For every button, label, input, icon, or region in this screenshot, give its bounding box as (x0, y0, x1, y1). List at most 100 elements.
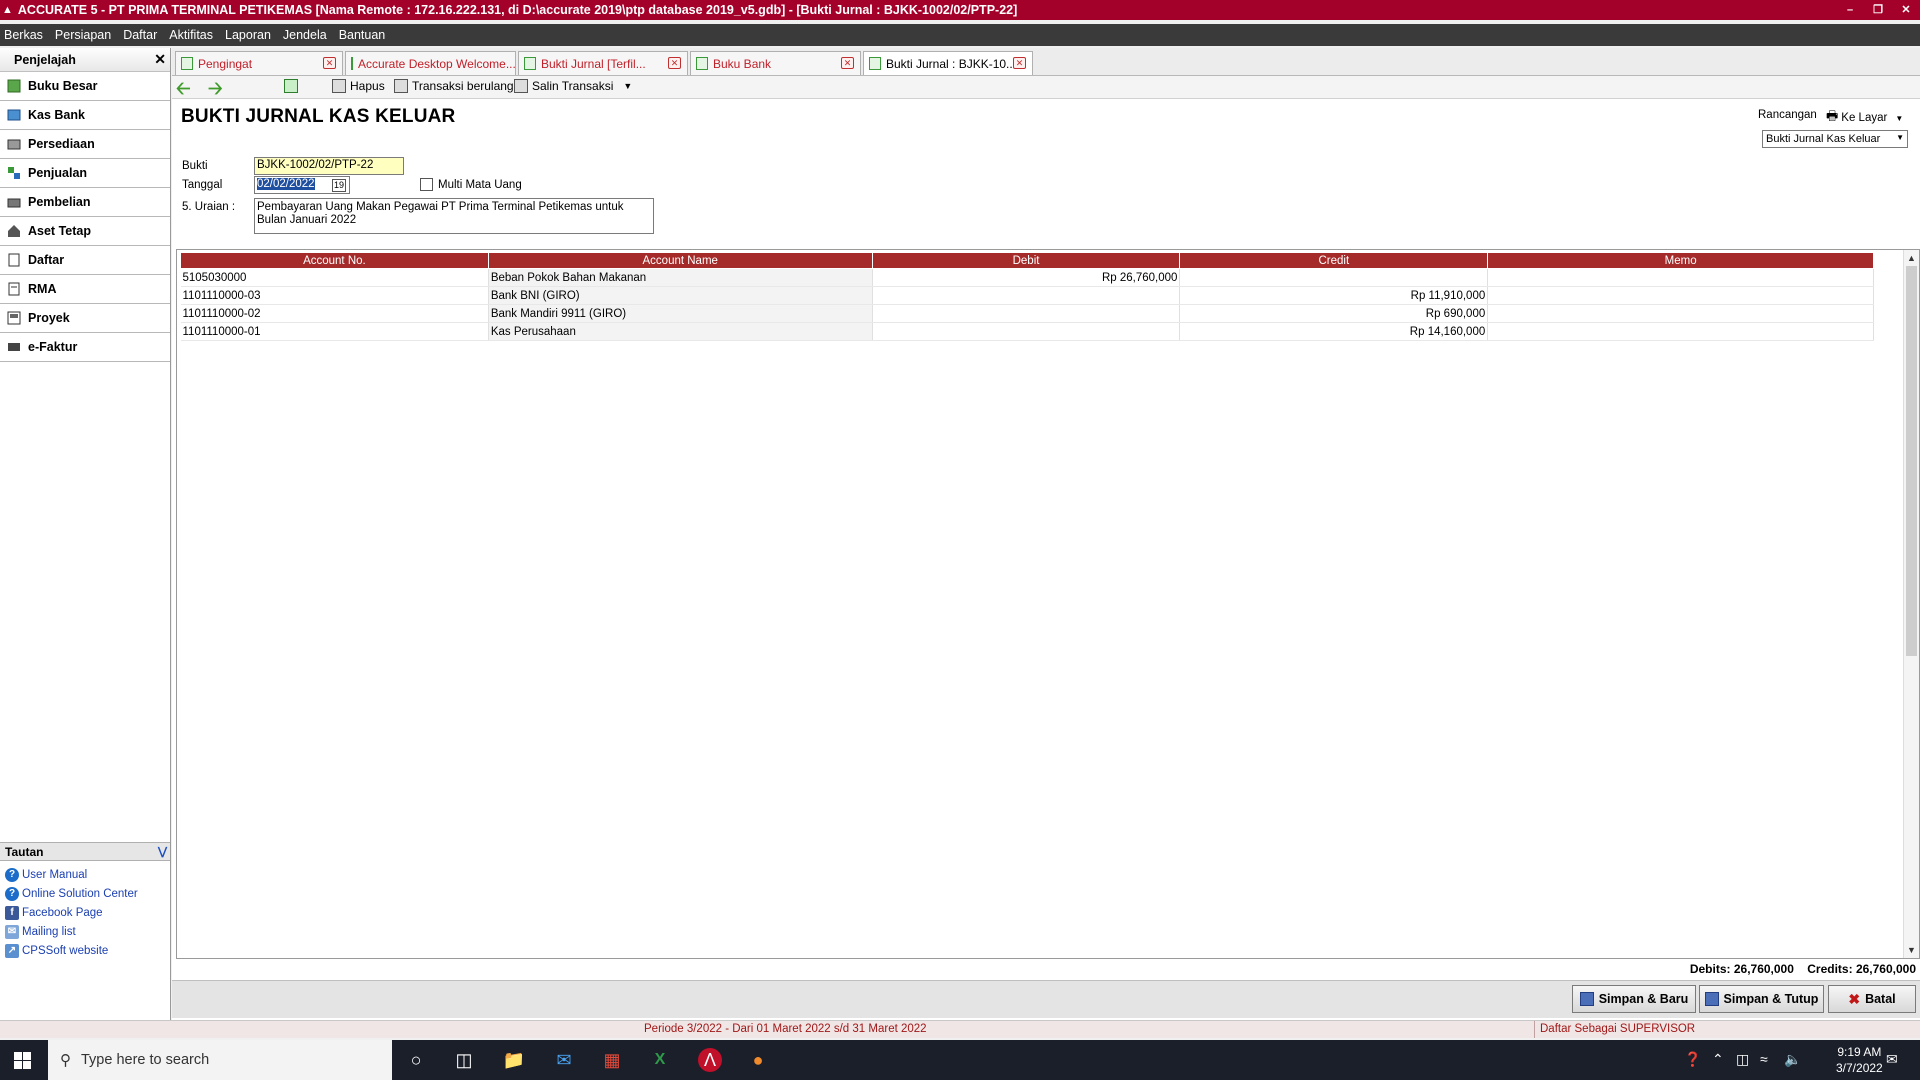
salin-transaksi-button[interactable]: Salin Transaksi ▼ (514, 79, 632, 93)
column-header-account-name[interactable]: Account Name (487, 252, 873, 269)
link-online-solution-center[interactable]: ? Online Solution Center (0, 884, 170, 903)
cell-credit[interactable]: Rp 690,000 (1179, 304, 1489, 323)
column-header-account-no[interactable]: Account No. (180, 252, 489, 269)
cell-memo[interactable] (1487, 286, 1874, 305)
column-header-debit[interactable]: Debit (871, 252, 1181, 269)
multi-mata-uang-checkbox[interactable]: Multi Mata Uang (420, 178, 522, 191)
column-header-memo[interactable]: Memo (1487, 252, 1874, 269)
uraian-textarea[interactable]: Pembayaran Uang Makan Pegawai PT Prima T… (254, 198, 654, 234)
calendar-icon[interactable]: 19 (331, 179, 346, 192)
vertical-scrollbar[interactable]: ▲ ▼ (1903, 250, 1919, 958)
battery-icon[interactable]: ◫ (1736, 1051, 1749, 1068)
sidebar-item-proyek[interactable]: Proyek (0, 304, 170, 333)
close-window-button[interactable]: ✕ (1892, 0, 1920, 20)
cell-debit[interactable] (872, 304, 1181, 323)
chevron-down-icon[interactable]: ▼ (1896, 133, 1904, 142)
menu-bantuan[interactable]: Bantuan (339, 28, 386, 42)
link-facebook-page[interactable]: f Facebook Page (0, 903, 170, 922)
excel-icon[interactable]: X (648, 1048, 672, 1072)
cell-credit[interactable]: Rp 14,160,000 (1179, 322, 1489, 341)
menu-daftar[interactable]: Daftar (123, 28, 157, 42)
sidebar-item-persediaan[interactable]: Persediaan (0, 130, 170, 159)
file-explorer-icon[interactable]: 📁 (502, 1048, 526, 1072)
sidebar-item-buku-besar[interactable]: Buku Besar (0, 72, 170, 101)
close-tab-icon[interactable]: ✕ (323, 57, 336, 69)
cell-memo[interactable] (1487, 268, 1874, 287)
cell-credit[interactable] (1179, 268, 1489, 287)
restore-button[interactable]: ❐ (1864, 0, 1892, 20)
sidebar-item-daftar[interactable]: Daftar (0, 246, 170, 275)
tab-buku-bank[interactable]: Buku Bank ✕ (690, 51, 861, 75)
copy-button[interactable] (284, 79, 302, 93)
menu-jendela[interactable]: Jendela (283, 28, 327, 42)
transaksi-berulang-button[interactable]: Transaksi berulang (394, 79, 514, 93)
links-panel-header[interactable]: Tautan ⋁ (0, 842, 170, 861)
sidebar-item-kas-bank[interactable]: Kas Bank (0, 101, 170, 130)
cell-memo[interactable] (1487, 322, 1874, 341)
menu-laporan[interactable]: Laporan (225, 28, 271, 42)
batal-button[interactable]: ✖ Batal (1828, 985, 1916, 1013)
simpan-tutup-button[interactable]: Simpan & Tutup (1699, 985, 1824, 1013)
close-tab-icon[interactable]: ✕ (668, 57, 681, 69)
scroll-up-icon[interactable]: ▲ (1904, 250, 1919, 266)
taskbar-search-box[interactable]: ⚲ Type here to search (48, 1040, 392, 1080)
menu-berkas[interactable]: Berkas (4, 28, 43, 42)
dropdown-arrow-icon[interactable]: ▼ (623, 81, 632, 91)
close-tab-icon[interactable]: ✕ (841, 57, 854, 69)
table-row[interactable]: 1101110000-02 Bank Mandiri 9911 (GIRO) R… (180, 304, 1874, 323)
mail-icon[interactable]: ✉ (552, 1048, 576, 1072)
cell-account-no[interactable]: 1101110000-01 (180, 322, 489, 341)
accurate-taskbar-icon[interactable]: Λ (698, 1048, 722, 1072)
cell-account-name[interactable]: Bank BNI (GIRO) (488, 286, 873, 305)
tab-bukti-jurnal-active[interactable]: Bukti Jurnal : BJKK-10... ✕ (863, 51, 1033, 75)
taskbar-clock[interactable]: 9:19 AM 3/7/2022 (1836, 1044, 1883, 1076)
table-row[interactable]: 1101110000-03 Bank BNI (GIRO) Rp 11,910,… (180, 286, 1874, 305)
scroll-down-icon[interactable]: ▼ (1904, 942, 1919, 958)
notification-icon[interactable]: ✉ (1886, 1051, 1898, 1068)
cell-account-name[interactable]: Kas Perusahaan (488, 322, 873, 341)
cell-credit[interactable]: Rp 11,910,000 (1179, 286, 1489, 305)
chevron-up-icon[interactable]: ⌃ (1712, 1051, 1724, 1068)
sidebar-item-pembelian[interactable]: Pembelian (0, 188, 170, 217)
hapus-button[interactable]: Hapus (332, 79, 385, 93)
pdf-reader-icon[interactable]: ▦ (600, 1048, 624, 1072)
cell-debit[interactable] (872, 322, 1181, 341)
cell-memo[interactable] (1487, 304, 1874, 323)
link-cpssoft-website[interactable]: ↗ CPSSoft website (0, 941, 170, 960)
minimize-button[interactable]: – (1836, 0, 1864, 20)
sidebar-item-rma[interactable]: RMA (0, 275, 170, 304)
cell-account-name[interactable]: Beban Pokok Bahan Makanan (488, 268, 873, 287)
close-icon[interactable]: ✕ (154, 51, 166, 68)
ke-layar-button[interactable]: 🖶 Ke Layar ▼ (1826, 107, 1903, 129)
cell-account-no[interactable]: 5105030000 (180, 268, 489, 287)
sidebar-item-penjualan[interactable]: Penjualan (0, 159, 170, 188)
task-view-icon[interactable]: ◫ (452, 1048, 476, 1072)
windows-start-icon[interactable] (14, 1052, 31, 1069)
tab-bukti-jurnal-terfilter[interactable]: Bukti Jurnal [Terfil... ✕ (518, 51, 688, 75)
collapse-chevron-icon[interactable]: ⋁ (158, 845, 167, 858)
cell-account-no[interactable]: 1101110000-03 (180, 286, 489, 305)
volume-icon[interactable]: 🔈 (1784, 1051, 1801, 1068)
cell-account-name[interactable]: Bank Mandiri 9911 (GIRO) (488, 304, 873, 323)
checkbox-box[interactable] (420, 178, 433, 191)
table-row[interactable]: 5105030000 Beban Pokok Bahan Makanan Rp … (180, 268, 1874, 287)
cortana-icon[interactable]: ○ (404, 1048, 428, 1072)
link-mailing-list[interactable]: ✉ Mailing list (0, 922, 170, 941)
tab-accurate-welcome[interactable]: Accurate Desktop Welcome... (345, 51, 516, 75)
menu-aktifitas[interactable]: Aktifitas (169, 28, 213, 42)
cell-account-no[interactable]: 1101110000-02 (180, 304, 489, 323)
sidebar-item-aset-tetap[interactable]: Aset Tetap (0, 217, 170, 246)
simpan-baru-button[interactable]: Simpan & Baru (1572, 985, 1696, 1013)
rancangan-select[interactable]: Bukti Jurnal Kas Keluar ▼ (1762, 130, 1908, 148)
tanggal-input[interactable]: 02/02/2022 19 (254, 176, 350, 194)
tab-pengingat[interactable]: Pengingat ✕ (175, 51, 343, 75)
sidebar-item-e-faktur[interactable]: e-Faktur (0, 333, 170, 362)
wifi-icon[interactable]: ≈ (1760, 1051, 1768, 1067)
menu-persiapan[interactable]: Persiapan (55, 28, 111, 42)
link-user-manual[interactable]: ? User Manual (0, 865, 170, 884)
column-header-credit[interactable]: Credit (1179, 252, 1489, 269)
dropdown-arrow-icon[interactable]: ▼ (1895, 114, 1903, 123)
close-tab-icon[interactable]: ✕ (1013, 57, 1026, 69)
cell-debit[interactable] (872, 286, 1181, 305)
cell-debit[interactable]: Rp 26,760,000 (872, 268, 1181, 287)
